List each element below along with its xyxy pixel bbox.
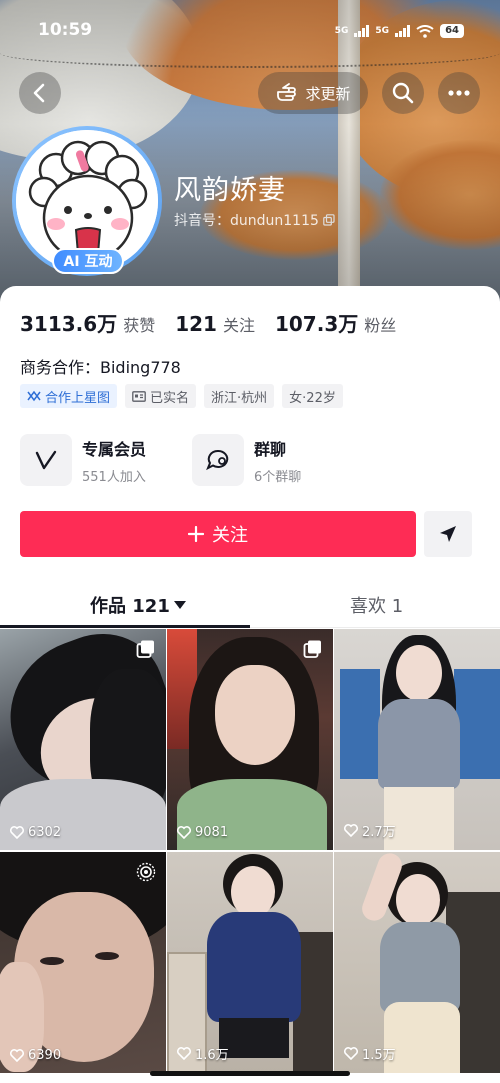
video-thumbnail[interactable]: 9081 xyxy=(167,629,333,850)
tab-works[interactable]: 作品 121 xyxy=(90,592,186,618)
star-map-icon xyxy=(27,390,41,402)
network-label: 5G xyxy=(334,26,349,36)
like-count: 6390 xyxy=(10,1048,61,1063)
feature-title: 群聊 xyxy=(254,439,287,459)
share-button[interactable] xyxy=(424,511,472,557)
douyin-id[interactable]: 抖音号：dundun1115 xyxy=(174,210,335,230)
video-thumbnail[interactable]: 2.7万 xyxy=(334,629,500,850)
search-button[interactable] xyxy=(382,72,424,114)
follow-label: 关注 xyxy=(212,525,248,546)
follow-button[interactable]: 关注 xyxy=(20,511,416,557)
stat-likes[interactable]: 3113.6万 获赞 xyxy=(20,308,155,337)
copy-icon[interactable] xyxy=(323,214,335,226)
multi-image-icon xyxy=(136,640,154,658)
network-label: 5G xyxy=(375,26,390,36)
multi-image-icon xyxy=(303,640,321,658)
live-photo-icon xyxy=(136,862,156,882)
status-bar: 10:59 5G 5G 64 xyxy=(0,20,500,46)
profile-tags: 合作上星图 已实名 浙江·杭州 女·22岁 xyxy=(20,384,343,408)
id-card-icon xyxy=(132,390,146,402)
like-count: 9081 xyxy=(177,825,228,840)
feature-subtitle: 551人加入 xyxy=(82,469,146,485)
douyin-id-text: 抖音号：dundun1115 xyxy=(174,213,319,229)
heart-icon xyxy=(344,824,358,837)
like-count: 1.5万 xyxy=(344,1044,396,1063)
ai-interaction-badge[interactable]: AI 互动 xyxy=(52,248,124,274)
hand-pointer-icon xyxy=(277,83,297,101)
home-indicator xyxy=(150,1071,350,1076)
chevron-left-icon xyxy=(33,83,45,103)
exclusive-membership[interactable]: 专属会员 551人加入 xyxy=(20,434,146,486)
stat-following[interactable]: 121 关注 xyxy=(175,312,255,336)
status-time: 10:59 xyxy=(38,20,93,40)
search-icon xyxy=(392,82,414,104)
video-thumbnail[interactable]: 6390 xyxy=(0,852,166,1073)
video-thumbnail[interactable]: 1.5万 xyxy=(334,852,500,1073)
heart-icon xyxy=(10,826,24,839)
like-count: 6302 xyxy=(10,825,61,840)
heart-icon xyxy=(177,1047,191,1060)
back-button[interactable] xyxy=(19,72,61,114)
tag-verified[interactable]: 已实名 xyxy=(125,384,197,408)
feature-title: 专属会员 xyxy=(82,439,147,459)
chat-bubble-icon xyxy=(206,449,229,471)
tab-likes[interactable]: 喜欢 1 xyxy=(350,592,403,618)
wifi-icon xyxy=(416,24,434,38)
like-count: 2.7万 xyxy=(344,821,396,840)
request-update-button[interactable]: 求更新 xyxy=(258,72,368,114)
heart-icon xyxy=(344,1047,358,1060)
tag-gender-age[interactable]: 女·22岁 xyxy=(282,384,343,408)
video-thumbnail[interactable]: 6302 xyxy=(0,629,166,850)
more-button[interactable] xyxy=(438,72,480,114)
request-update-label: 求更新 xyxy=(305,84,351,103)
like-count: 1.6万 xyxy=(177,1044,229,1063)
active-tab-indicator xyxy=(0,625,250,628)
v-badge-icon xyxy=(35,450,57,470)
profile-nickname: 风韵娇妻 xyxy=(174,175,286,206)
business-contact: 商务合作：Biding778 xyxy=(20,358,181,377)
video-grid: 6302 9081 2.7万 6390 1.6万 1.5万 xyxy=(0,629,500,1083)
profile-stats: 3113.6万 获赞 121 关注 107.3万 粉丝 xyxy=(20,308,416,337)
heart-icon xyxy=(10,1049,24,1062)
heart-icon xyxy=(177,826,191,839)
send-icon xyxy=(440,526,456,542)
content-tabs: 作品 121 喜欢 1 xyxy=(0,586,500,628)
feature-subtitle: 6个群聊 xyxy=(254,469,302,485)
tag-star-map[interactable]: 合作上星图 xyxy=(20,384,118,408)
stat-followers[interactable]: 107.3万 粉丝 xyxy=(275,308,396,337)
group-chat[interactable]: 群聊 6个群聊 xyxy=(192,434,301,486)
video-thumbnail[interactable]: 1.6万 xyxy=(167,852,333,1073)
signal-icon xyxy=(395,25,411,37)
caret-down-icon xyxy=(173,601,186,609)
tag-location[interactable]: 浙江·杭州 xyxy=(204,384,275,408)
more-dots-icon xyxy=(448,90,470,96)
battery-indicator: 64 xyxy=(440,24,464,38)
plus-icon xyxy=(188,526,204,542)
signal-icon xyxy=(354,25,370,37)
